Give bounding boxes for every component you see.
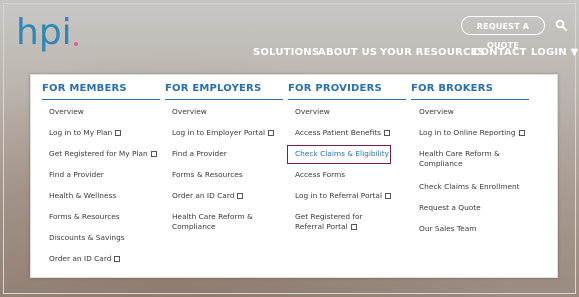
employers-overview[interactable]: Overview <box>172 107 207 117</box>
hpi-logo[interactable]: hpi <box>16 15 78 51</box>
external-link-icon <box>268 130 275 136</box>
resources-dropdown: FOR MEMBERS Overview Log in to My Plan G… <box>30 74 558 278</box>
link-label: Check Claims & Enrollment <box>419 182 520 191</box>
providers-referral-portal-login[interactable]: Log in to Referral Portal <box>295 191 392 201</box>
employers-column: FOR EMPLOYERS <box>165 83 283 100</box>
brokers-column: FOR BROKERS <box>411 83 529 100</box>
link-label: Health Care Reform & Compliance <box>172 212 253 231</box>
link-label: Forms & Resources <box>172 170 243 179</box>
external-link-icon <box>383 130 390 136</box>
link-label: Log in to My Plan <box>49 128 113 137</box>
external-link-icon <box>115 130 122 136</box>
link-label: Get Registered for My Plan <box>49 149 148 158</box>
nav-solutions[interactable]: SOLUTIONS <box>253 47 319 61</box>
link-label: Forms & Resources <box>49 212 120 221</box>
external-link-icon <box>350 224 357 230</box>
link-label: Log in to Employer Portal <box>172 128 266 137</box>
logo-dot <box>74 42 78 46</box>
link-label: Access Forms <box>295 170 346 179</box>
employers-login-portal[interactable]: Log in to Employer Portal <box>172 128 275 138</box>
link-label: Health & Wellness <box>49 191 117 200</box>
members-order-id[interactable]: Order an ID Card <box>49 254 121 264</box>
members-overview[interactable]: Overview <box>49 107 84 117</box>
link-label: Request a Quote <box>419 203 481 212</box>
members-health-wellness[interactable]: Health & Wellness <box>49 191 116 201</box>
employers-order-id[interactable]: Order an ID Card <box>172 191 244 201</box>
providers-access-forms[interactable]: Access Forms <box>295 170 345 180</box>
members-forms-resources[interactable]: Forms & Resources <box>49 212 120 222</box>
providers-column: FOR PROVIDERS <box>288 83 406 100</box>
nav-login[interactable]: LOGIN ▼ <box>531 47 578 61</box>
link-label: Check Claims & Eligibility <box>295 149 390 158</box>
link-label: Access Patient Benefits <box>295 128 381 137</box>
members-heading: FOR MEMBERS <box>42 83 160 100</box>
brokers-heading: FOR BROKERS <box>411 83 529 100</box>
employers-find-provider[interactable]: Find a Provider <box>172 149 227 159</box>
link-label: Overview <box>295 107 330 116</box>
members-discounts[interactable]: Discounts & Savings <box>49 233 125 243</box>
link-label: Our Sales Team <box>419 224 477 233</box>
external-link-icon <box>385 193 392 199</box>
external-link-icon <box>114 256 121 262</box>
employers-forms-resources[interactable]: Forms & Resources <box>172 170 243 180</box>
brokers-online-reporting[interactable]: Log in to Online Reporting <box>419 128 525 138</box>
members-column: FOR MEMBERS <box>42 83 160 100</box>
nav-your-resources[interactable]: YOUR RESOURCES <box>380 47 485 61</box>
members-register-plan[interactable]: Get Registered for My Plan <box>49 149 157 159</box>
external-link-icon <box>518 130 525 136</box>
providers-register-referral[interactable]: Get Registered for Referral Portal <box>295 212 390 232</box>
link-label: Find a Provider <box>49 170 104 179</box>
nav-about-us[interactable]: ABOUT US <box>318 47 377 61</box>
link-label: Discounts & Savings <box>49 233 125 242</box>
members-find-provider[interactable]: Find a Provider <box>49 170 104 180</box>
employers-reform-compliance[interactable]: Health Care Reform & Compliance <box>172 212 267 232</box>
link-label: Order an ID Card <box>49 254 112 263</box>
link-label: Log in to Referral Portal <box>295 191 383 200</box>
providers-heading: FOR PROVIDERS <box>288 83 406 100</box>
brokers-reform-compliance[interactable]: Health Care Reform & Compliance <box>419 149 519 169</box>
providers-check-claims[interactable]: Check Claims & Eligibility <box>295 149 389 159</box>
link-label: Overview <box>49 107 84 116</box>
link-label: Health Care Reform & Compliance <box>419 149 500 168</box>
brokers-request-quote[interactable]: Request a Quote <box>419 203 481 213</box>
link-label: Log in to Online Reporting <box>419 128 516 137</box>
link-label: Order an ID Card <box>172 191 235 200</box>
brokers-sales-team[interactable]: Our Sales Team <box>419 224 476 234</box>
providers-patient-benefits[interactable]: Access Patient Benefits <box>295 128 390 138</box>
nav-contact[interactable]: CONTACT <box>473 47 527 61</box>
link-label: Overview <box>172 107 207 116</box>
providers-overview[interactable]: Overview <box>295 107 330 117</box>
brokers-overview[interactable]: Overview <box>419 107 454 117</box>
link-label: Find a Provider <box>172 149 227 158</box>
external-link-icon <box>237 193 244 199</box>
search-icon[interactable] <box>555 19 567 31</box>
external-link-icon <box>150 151 157 157</box>
employers-heading: FOR EMPLOYERS <box>165 83 283 100</box>
brokers-check-claims[interactable]: Check Claims & Enrollment <box>419 182 520 192</box>
link-label: Overview <box>419 107 454 116</box>
request-quote-button[interactable]: REQUEST A QUOTE <box>461 16 545 50</box>
members-login-plan[interactable]: Log in to My Plan <box>49 128 122 138</box>
logo-text: hpi <box>16 12 72 53</box>
